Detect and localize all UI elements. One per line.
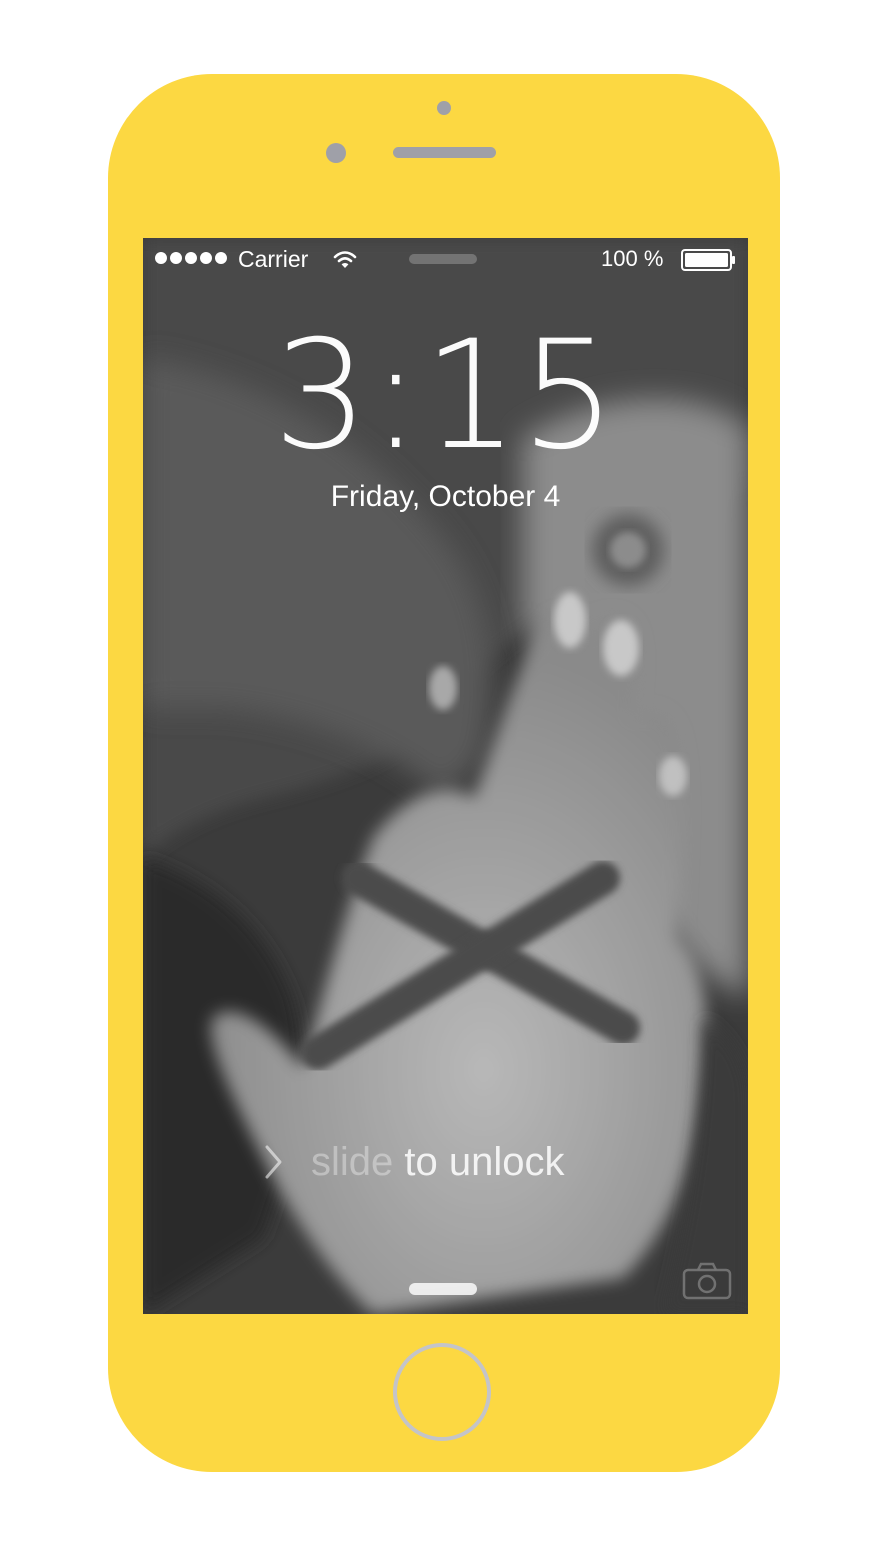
control-center-grabber[interactable]	[409, 1283, 477, 1295]
home-button[interactable]	[393, 1343, 491, 1441]
carrier-name: Carrier	[238, 246, 309, 272]
signal-dot	[215, 252, 227, 264]
lock-screen[interactable]: Carrier 100 % 3:15 Friday, October 4 sli…	[143, 238, 748, 1314]
earpiece-speaker	[393, 147, 496, 158]
slide-to-unlock[interactable]: slide to unlock	[263, 1136, 643, 1188]
chevron-right-icon	[265, 1145, 282, 1179]
signal-dot	[170, 252, 182, 264]
notification-center-grabber[interactable]	[409, 254, 477, 264]
proximity-sensor	[326, 143, 346, 163]
wifi-icon	[333, 251, 357, 268]
clock-time: 3:15	[273, 309, 618, 483]
slide-to-unlock-label: slide to unlock	[311, 1139, 565, 1184]
status-bar: Carrier 100 %	[143, 238, 748, 280]
signal-dot	[185, 252, 197, 264]
camera-icon[interactable]	[681, 1260, 733, 1302]
signal-strength-indicator	[155, 252, 227, 264]
front-camera	[437, 101, 451, 115]
signal-dot	[200, 252, 212, 264]
clock-date: Friday, October 4	[330, 480, 561, 513]
battery-icon	[681, 249, 735, 271]
battery-percentage: 100 %	[601, 246, 664, 271]
signal-dot	[155, 252, 167, 264]
